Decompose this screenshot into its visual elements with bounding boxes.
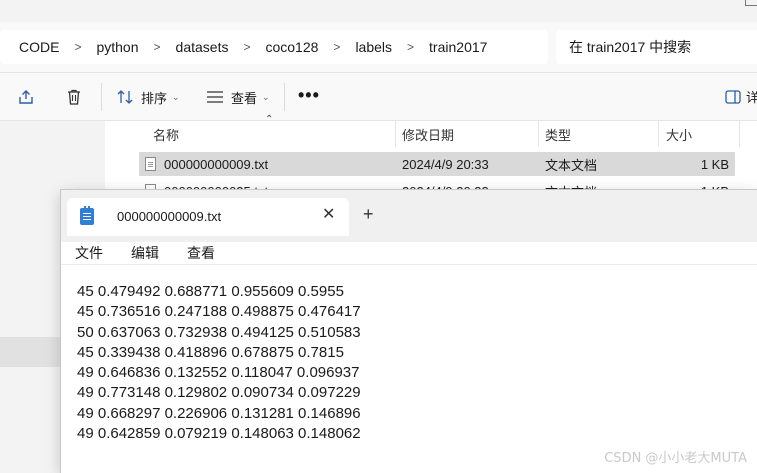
- chevron-right-icon[interactable]: >: [61, 40, 94, 54]
- breadcrumb-item-code[interactable]: CODE: [0, 39, 61, 55]
- sort-button[interactable]: 排序 ⌄: [116, 85, 180, 109]
- notepad-titlebar: 000000000009.txt ✕ +: [61, 190, 757, 242]
- address-bar: CODE > python > datasets > coco128 > lab…: [0, 22, 757, 73]
- details-label: 详: [746, 90, 757, 105]
- breadcrumb-item-python[interactable]: python: [94, 39, 140, 55]
- text-line: 49 0.668297 0.226906 0.131281 0.146896: [77, 404, 361, 422]
- sort-icon: [117, 90, 133, 104]
- column-divider[interactable]: [658, 121, 659, 147]
- notepad-text-area[interactable]: 45 0.479492 0.688771 0.955609 0.5955 45 …: [77, 282, 361, 444]
- more-options-button[interactable]: •••: [298, 85, 320, 106]
- column-divider[interactable]: [538, 121, 539, 147]
- toolbar-divider: [101, 83, 102, 111]
- breadcrumb-item-labels[interactable]: labels: [353, 39, 394, 55]
- explorer-title-strip: [0, 0, 757, 22]
- file-size: 1 KB: [700, 156, 729, 172]
- text-file-icon: [145, 157, 156, 171]
- view-label: 查看: [231, 90, 258, 106]
- tab-title: 000000000009.txt: [117, 209, 222, 224]
- breadcrumb-item-train2017[interactable]: train2017: [427, 39, 489, 55]
- command-bar: 排序 ⌄ 查看 ⌄ ••• 详: [0, 73, 757, 121]
- text-line: 45 0.339438 0.418896 0.678875 0.7815: [77, 343, 344, 361]
- file-type: 文本文档: [545, 157, 598, 173]
- sort-label: 排序: [141, 90, 168, 106]
- search-placeholder: 在 train2017 中搜索: [569, 39, 692, 55]
- column-header-size[interactable]: 大小: [666, 121, 692, 147]
- column-header-name[interactable]: 名称: [153, 121, 179, 147]
- menu-file[interactable]: 文件: [75, 242, 103, 264]
- nav-selected-item[interactable]: [0, 337, 62, 367]
- chevron-right-icon[interactable]: >: [230, 40, 263, 54]
- search-input[interactable]: 在 train2017 中搜索: [556, 30, 757, 64]
- file-modified: 2024/4/9 20:33: [402, 156, 489, 172]
- notepad-menubar: 文件 编辑 查看: [61, 242, 757, 265]
- text-line: 49 0.642859 0.079219 0.148063 0.148062: [77, 425, 361, 443]
- details-pane-icon: [725, 89, 741, 104]
- chevron-down-icon: ⌄: [262, 91, 270, 102]
- notepad-window: 000000000009.txt ✕ + 文件 编辑 查看 45 0.47949…: [60, 189, 757, 473]
- column-header-type[interactable]: 类型: [545, 121, 571, 147]
- share-icon[interactable]: [16, 87, 36, 107]
- breadcrumb-item-datasets[interactable]: datasets: [174, 39, 231, 55]
- chevron-right-icon[interactable]: >: [394, 40, 427, 54]
- close-tab-icon[interactable]: ✕: [322, 206, 335, 224]
- view-button[interactable]: 查看 ⌄: [206, 85, 270, 109]
- chevron-down-icon: ⌄: [172, 91, 180, 102]
- menu-edit[interactable]: 编辑: [131, 242, 159, 264]
- watermark: CSDN @小小老大MUTA: [604, 451, 747, 466]
- text-line: 49 0.773148 0.129802 0.090734 0.097229: [77, 384, 361, 402]
- text-line: 45 0.736516 0.247188 0.498875 0.476417: [77, 303, 361, 321]
- chevron-right-icon[interactable]: >: [141, 40, 174, 54]
- text-line: 49 0.646836 0.132552 0.118047 0.096937: [77, 364, 360, 382]
- file-row[interactable]: 000000000009.txt 2024/4/9 20:33 文本文档 1 K…: [139, 152, 735, 176]
- new-tab-button[interactable]: +: [363, 204, 374, 224]
- details-pane-button[interactable]: 详: [725, 87, 757, 106]
- text-line: 45 0.479492 0.688771 0.955609 0.5955: [77, 283, 344, 300]
- column-divider[interactable]: [395, 121, 396, 147]
- notepad-tab[interactable]: 000000000009.txt ✕: [67, 198, 349, 236]
- maximize-icon[interactable]: [745, 0, 757, 6]
- notepad-app-icon: [80, 206, 94, 225]
- menu-view[interactable]: 查看: [187, 242, 215, 264]
- sort-ascending-icon: ⌃: [265, 114, 274, 125]
- view-icon: [207, 91, 223, 103]
- toolbar-divider: [284, 83, 285, 111]
- column-divider[interactable]: [739, 121, 740, 147]
- file-name: 000000000009.txt: [164, 156, 269, 172]
- breadcrumb[interactable]: CODE > python > datasets > coco128 > lab…: [0, 30, 548, 64]
- delete-icon[interactable]: [64, 87, 84, 107]
- file-name-cell: 000000000009.txt: [145, 152, 268, 176]
- chevron-right-icon[interactable]: >: [320, 40, 353, 54]
- column-header-modified[interactable]: 修改日期: [402, 121, 454, 147]
- breadcrumb-item-coco128[interactable]: coco128: [263, 39, 320, 55]
- text-line: 50 0.637063 0.732938 0.494125 0.510583: [77, 323, 361, 341]
